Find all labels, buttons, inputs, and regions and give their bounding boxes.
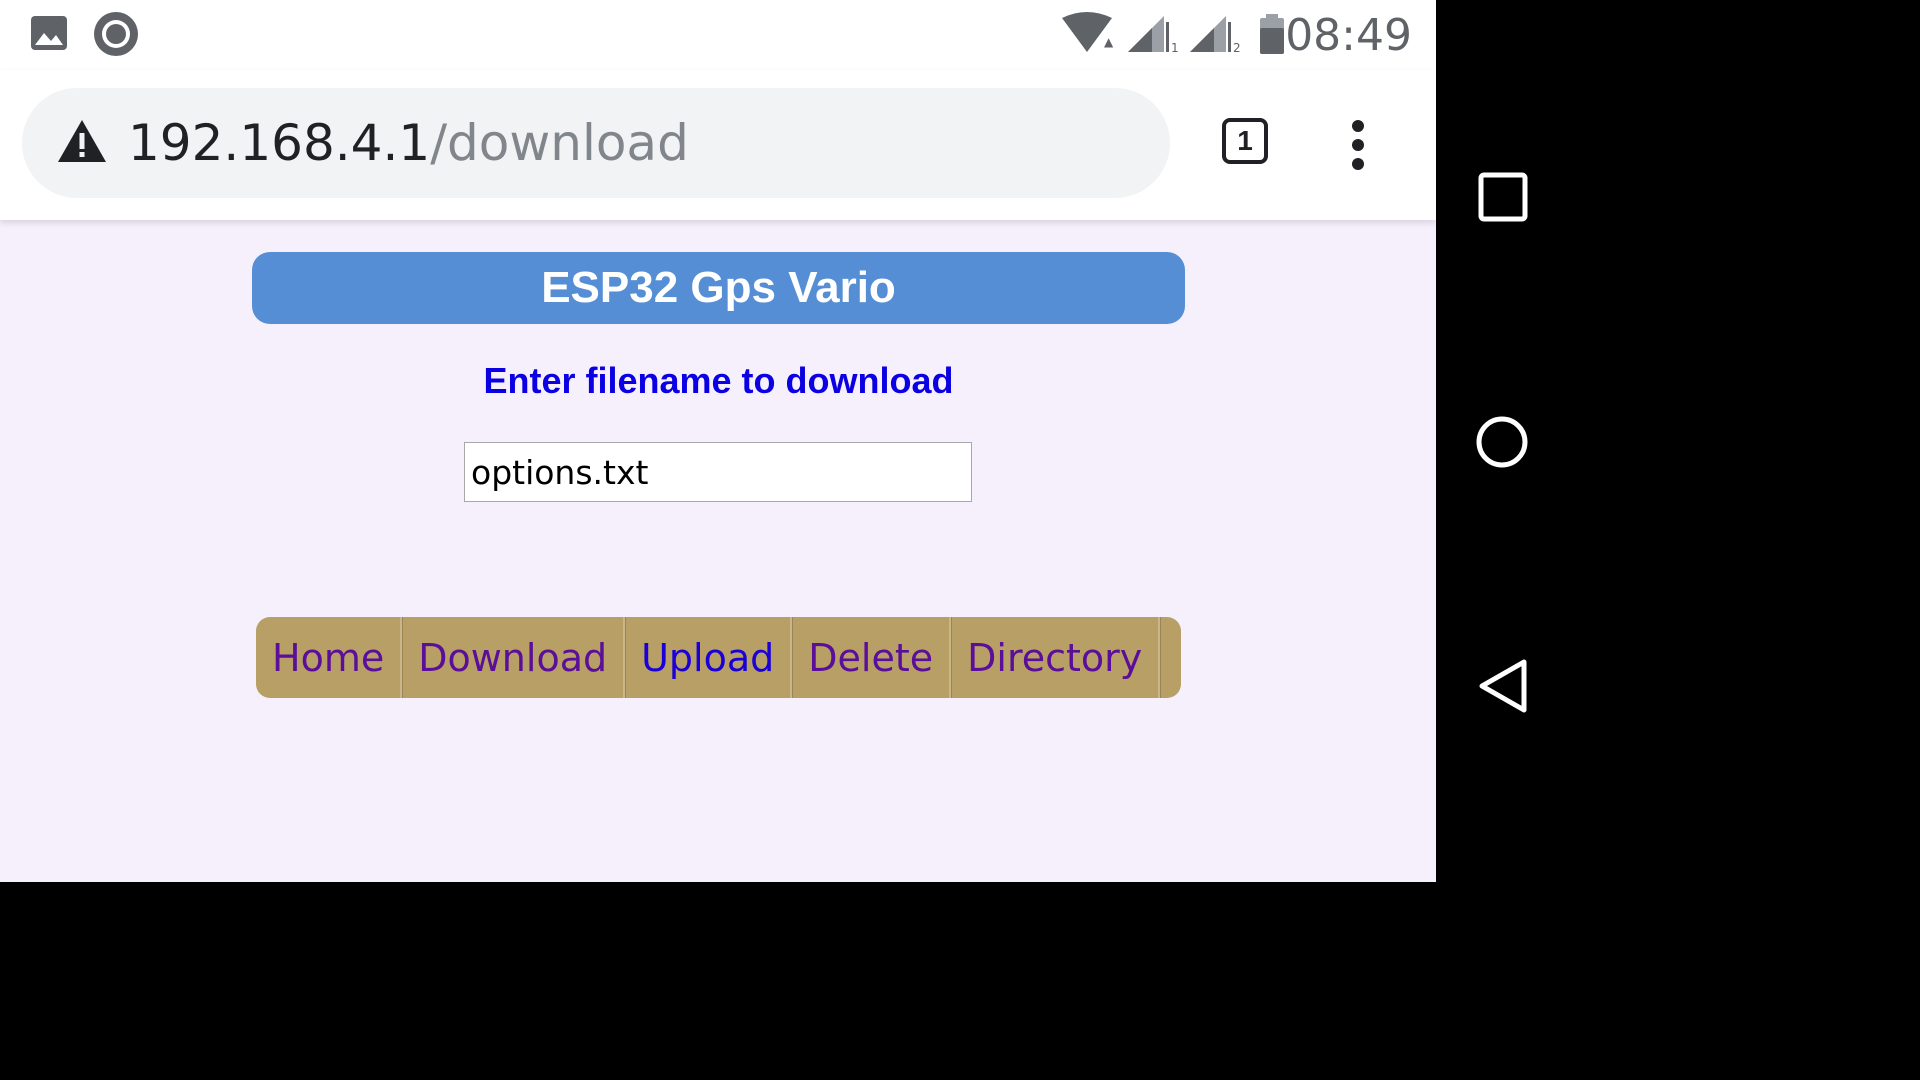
signal-2-icon: 2 <box>1190 16 1240 54</box>
wifi-icon: ▲ <box>1062 12 1114 52</box>
back-icon[interactable] <box>1476 658 1530 714</box>
warning-icon[interactable] <box>56 118 108 164</box>
status-bar: ▲ 1 2 08:49 <box>0 0 1436 70</box>
tab-count: 1 <box>1237 125 1253 156</box>
nav-home-link[interactable]: Home <box>256 617 403 698</box>
nav-delete-link[interactable]: Delete <box>792 617 952 698</box>
nav-directory-link[interactable]: Directory <box>951 617 1161 698</box>
url-host: 192.168.4.1 <box>128 114 431 172</box>
nav-download-link[interactable]: Download <box>402 617 626 698</box>
battery-icon <box>1260 14 1284 54</box>
svg-text:▲: ▲ <box>1104 35 1114 49</box>
browser-toolbar: 192.168.4.1/download 1 <box>0 70 1436 220</box>
signal-1-icon: 1 <box>1128 16 1178 54</box>
device-screen: ▲ 1 2 08:49 192.168.4.1/download 1 ESP32… <box>0 0 1436 882</box>
overflow-menu-icon[interactable] <box>1346 120 1370 170</box>
address-bar[interactable]: 192.168.4.1/download <box>22 88 1170 198</box>
nav-upload-link[interactable]: Upload <box>625 617 793 698</box>
filename-input[interactable] <box>464 442 972 502</box>
tab-switcher-button[interactable]: 1 <box>1222 118 1268 164</box>
nav-menu: Home Download Upload Delete Directory <box>256 617 1181 698</box>
circle-app-icon <box>94 12 138 56</box>
page-title: ESP32 Gps Vario <box>252 252 1185 324</box>
home-icon[interactable] <box>1474 414 1530 470</box>
url-text[interactable]: 192.168.4.1/download <box>128 114 689 172</box>
download-prompt: Enter filename to download <box>483 360 954 401</box>
status-clock: 08:49 <box>1285 10 1412 61</box>
recents-icon[interactable] <box>1478 172 1528 222</box>
system-nav-bar <box>1436 0 1568 882</box>
sim2-label: 2 <box>1233 41 1240 54</box>
url-path: /download <box>430 114 689 172</box>
gallery-icon <box>31 16 67 50</box>
sim1-label: 1 <box>1171 41 1178 54</box>
